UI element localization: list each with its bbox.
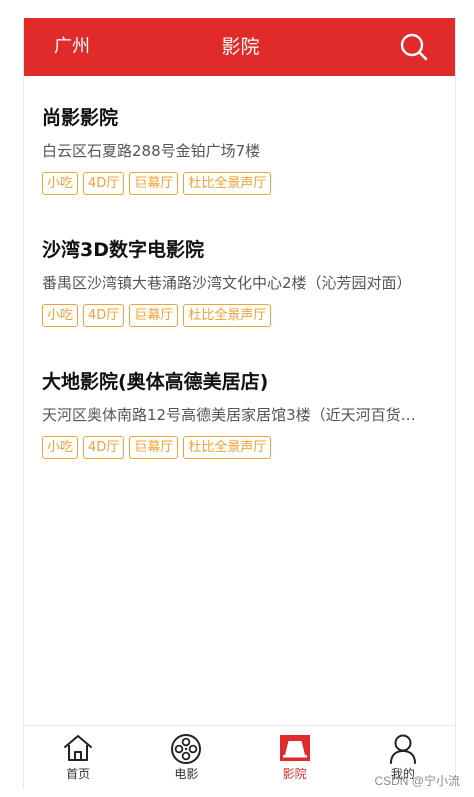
cinema-item[interactable]: 尚影影院 白云区石夏路288号金铂广场7楼 小吃 4D厅 巨幕厅 杜比全景声厅 (24, 76, 455, 208)
user-icon (389, 734, 416, 764)
cinema-name: 沙湾3D数字电影院 (42, 239, 204, 261)
tab-home[interactable]: 首页 (24, 726, 132, 789)
tag-snack: 小吃 (42, 436, 79, 459)
cinema-tags: 小吃 4D厅 巨幕厅 杜比全景声厅 (42, 172, 272, 195)
tag-4d: 4D厅 (83, 304, 125, 327)
cinema-address: 天河区奥体南路12号高德美居家居馆3楼（近天河百货… (42, 406, 416, 424)
tag-4d: 4D厅 (83, 436, 125, 459)
cinema-tags: 小吃 4D厅 巨幕厅 杜比全景声厅 (42, 304, 272, 327)
tag-snack: 小吃 (42, 172, 79, 195)
cinema-address: 白云区石夏路288号金铂广场7楼 (42, 142, 261, 160)
phone-screen: 广州 影院 尚影影院 白云区石夏路288号金铂广场7楼 小吃 4D厅 巨幕厅 杜… (23, 18, 456, 789)
cinema-address: 番禺区沙湾镇大巷涌路沙湾文化中心2楼（沁芳园对面） (42, 274, 412, 292)
app-header: 广州 影院 (24, 18, 455, 76)
tab-home-label: 首页 (66, 767, 91, 781)
tag-imax: 巨幕厅 (129, 436, 179, 459)
tag-dolby: 杜比全景声厅 (183, 172, 272, 195)
tag-imax: 巨幕厅 (129, 172, 179, 195)
tag-snack: 小吃 (42, 304, 79, 327)
watermark: CSDN @宁小流 (374, 774, 460, 788)
cinema-name: 尚影影院 (42, 107, 119, 129)
tab-movies[interactable]: 电影 (132, 726, 240, 789)
cinema-item[interactable]: 大地影院(奥体高德美居店) 天河区奥体南路12号高德美居家居馆3楼（近天河百货…… (24, 340, 455, 472)
tab-cinemas-label: 影院 (282, 767, 307, 781)
cinema-screen-icon (279, 735, 310, 761)
search-icon[interactable] (399, 32, 429, 62)
cinema-item[interactable]: 沙湾3D数字电影院 番禺区沙湾镇大巷涌路沙湾文化中心2楼（沁芳园对面） 小吃 4… (24, 208, 455, 340)
cinema-list: 尚影影院 白云区石夏路288号金铂广场7楼 小吃 4D厅 巨幕厅 杜比全景声厅 … (24, 76, 455, 472)
home-icon (64, 735, 93, 761)
tag-imax: 巨幕厅 (129, 304, 179, 327)
page-title: 影院 (221, 36, 260, 58)
tag-4d: 4D厅 (83, 172, 125, 195)
film-reel-icon (171, 734, 202, 764)
cinema-name: 大地影院(奥体高德美居店) (42, 371, 269, 393)
tag-dolby: 杜比全景声厅 (183, 304, 272, 327)
tab-cinemas[interactable]: 影院 (241, 726, 349, 789)
cinema-tags: 小吃 4D厅 巨幕厅 杜比全景声厅 (42, 436, 272, 459)
tag-dolby: 杜比全景声厅 (183, 436, 272, 459)
tab-movies-label: 电影 (174, 767, 199, 781)
